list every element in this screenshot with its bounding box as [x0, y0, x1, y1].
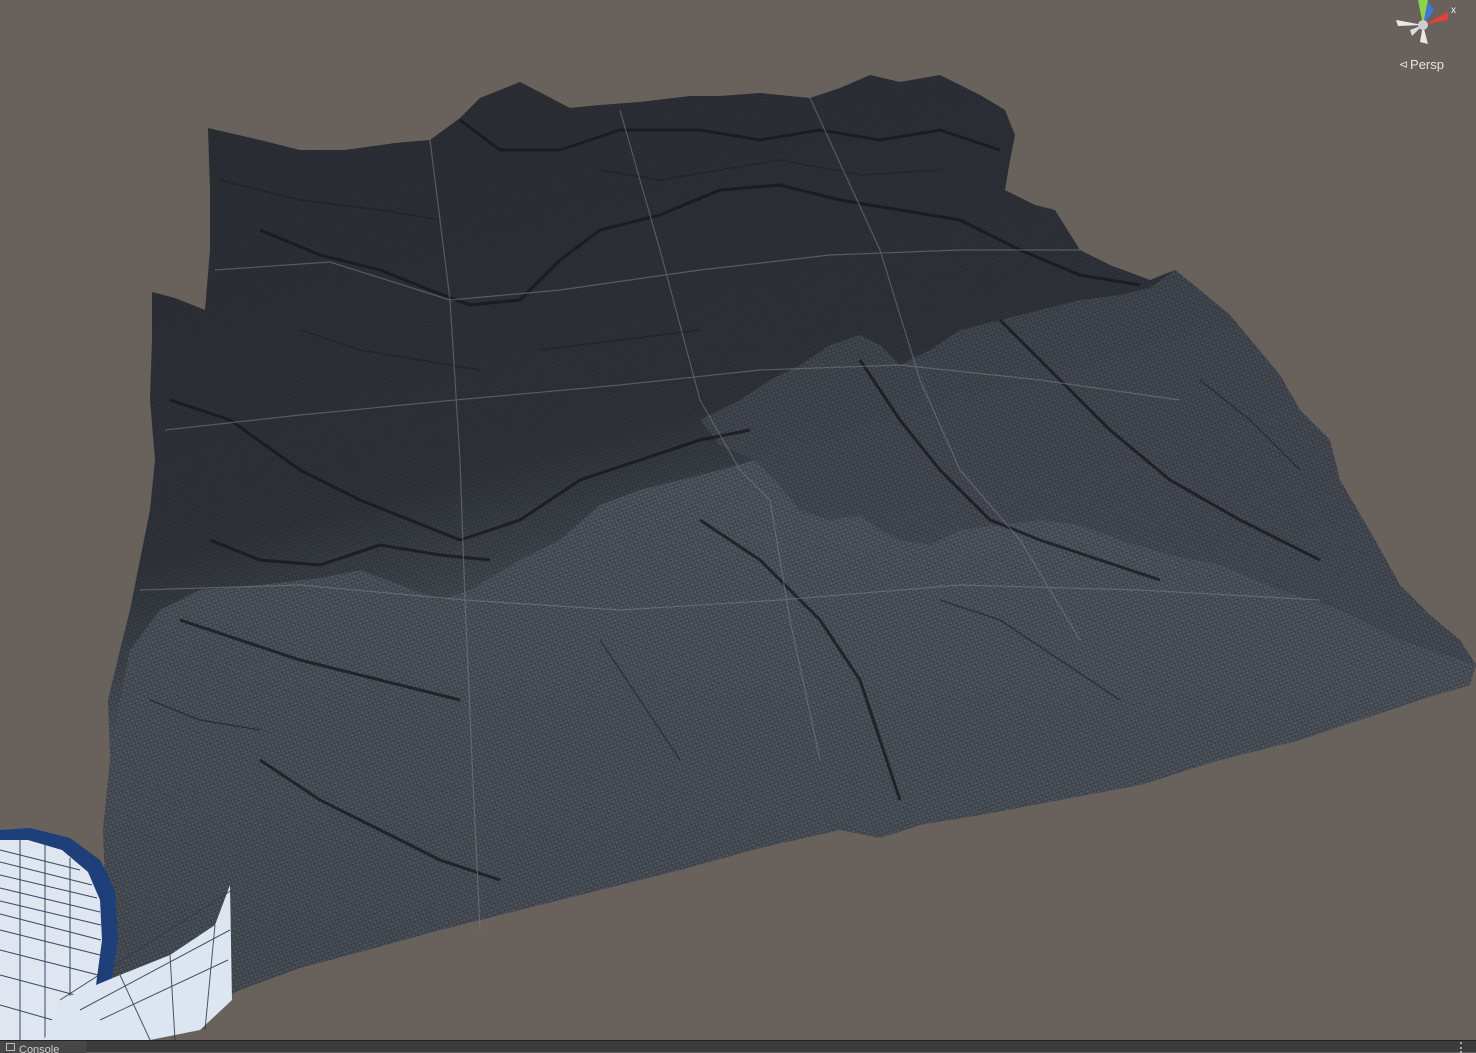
tab-console[interactable]: Console: [0, 1041, 86, 1053]
bottom-panel-bar: Console: [0, 1040, 1476, 1053]
kebab-menu-icon[interactable]: [1460, 1042, 1464, 1053]
projection-toggle[interactable]: ⊲ Persp: [1399, 57, 1444, 72]
terrain-wireframe-mesh[interactable]: [0, 0, 1476, 1040]
projection-label: Persp: [1410, 57, 1444, 72]
scene-viewport[interactable]: x ⊲ Persp: [0, 0, 1476, 1040]
console-icon: [6, 1043, 15, 1051]
gizmo-x-label: x: [1451, 5, 1456, 16]
perspective-icon: ⊲: [1398, 59, 1409, 71]
